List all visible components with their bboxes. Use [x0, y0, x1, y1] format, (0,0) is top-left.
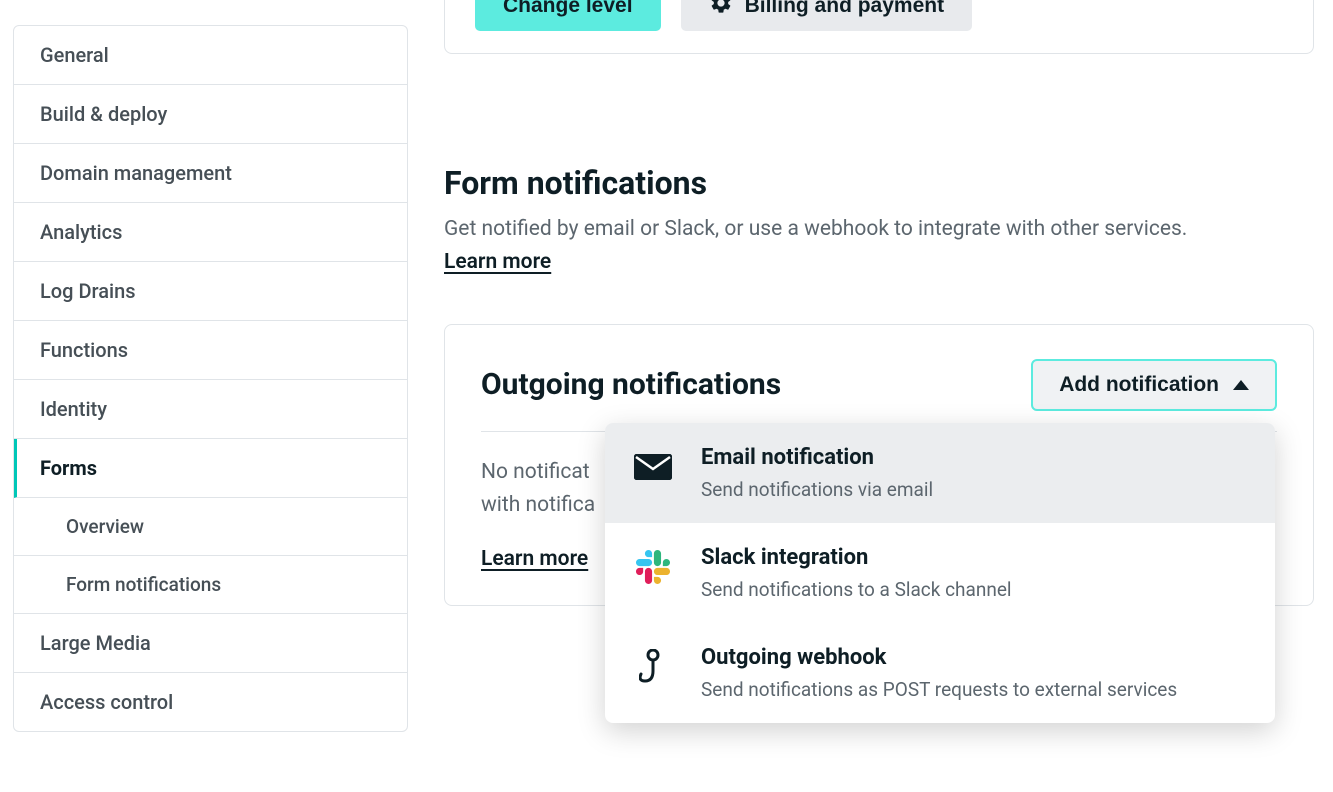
outgoing-title: Outgoing notifications	[481, 367, 781, 402]
main-content: Change level Billing and payment Form no…	[444, 0, 1333, 732]
sidebar-item-forms[interactable]: Forms	[14, 439, 407, 498]
plan-card: Change level Billing and payment	[444, 0, 1314, 54]
sidebar-item-domain-management[interactable]: Domain management	[14, 144, 407, 203]
sidebar-subitem-form-notifications[interactable]: Form notifications	[14, 556, 407, 614]
sidebar-item-build-deploy[interactable]: Build & deploy	[14, 85, 407, 144]
webhook-icon	[633, 647, 673, 687]
billing-payment-label: Billing and payment	[745, 0, 945, 18]
chevron-up-icon	[1233, 380, 1249, 390]
learn-more-link[interactable]: Learn more	[444, 250, 551, 274]
sidebar-item-general[interactable]: General	[14, 26, 407, 85]
dropdown-email-title: Email notification	[701, 445, 1247, 470]
sidebar-item-analytics[interactable]: Analytics	[14, 203, 407, 262]
sidebar-item-large-media[interactable]: Large Media	[14, 614, 407, 673]
gear-icon	[709, 0, 733, 21]
dropdown-email-subtitle: Send notifications via email	[701, 478, 1247, 501]
add-notification-button[interactable]: Add notification	[1031, 359, 1277, 411]
outgoing-notifications-card: Outgoing notifications Add notification …	[444, 324, 1314, 606]
add-notification-label: Add notification	[1059, 373, 1219, 397]
settings-sidebar: General Build & deploy Domain management…	[13, 25, 408, 732]
add-notification-dropdown: Email notification Send notifications vi…	[605, 423, 1275, 723]
dropdown-slack-title: Slack integration	[701, 545, 1247, 570]
outgoing-learn-more-link[interactable]: Learn more	[481, 547, 588, 571]
dropdown-item-email[interactable]: Email notification Send notifications vi…	[605, 423, 1275, 523]
sidebar-item-access-control[interactable]: Access control	[14, 673, 407, 731]
dropdown-item-webhook[interactable]: Outgoing webhook Send notifications as P…	[605, 623, 1275, 723]
sidebar-item-functions[interactable]: Functions	[14, 321, 407, 380]
sidebar-item-identity[interactable]: Identity	[14, 380, 407, 439]
dropdown-webhook-title: Outgoing webhook	[701, 645, 1247, 670]
change-level-button[interactable]: Change level	[475, 0, 661, 31]
billing-payment-button[interactable]: Billing and payment	[681, 0, 973, 31]
email-icon	[633, 447, 673, 487]
dropdown-webhook-subtitle: Send notifications as POST requests to e…	[701, 678, 1247, 701]
section-description: Get notified by email or Slack, or use a…	[444, 214, 1333, 246]
sidebar-subitem-overview[interactable]: Overview	[14, 498, 407, 556]
section-title: Form notifications	[444, 164, 1333, 202]
sidebar-item-log-drains[interactable]: Log Drains	[14, 262, 407, 321]
slack-icon	[633, 547, 673, 587]
dropdown-item-slack[interactable]: Slack integration Send notifications to …	[605, 523, 1275, 623]
dropdown-slack-subtitle: Send notifications to a Slack channel	[701, 578, 1247, 601]
